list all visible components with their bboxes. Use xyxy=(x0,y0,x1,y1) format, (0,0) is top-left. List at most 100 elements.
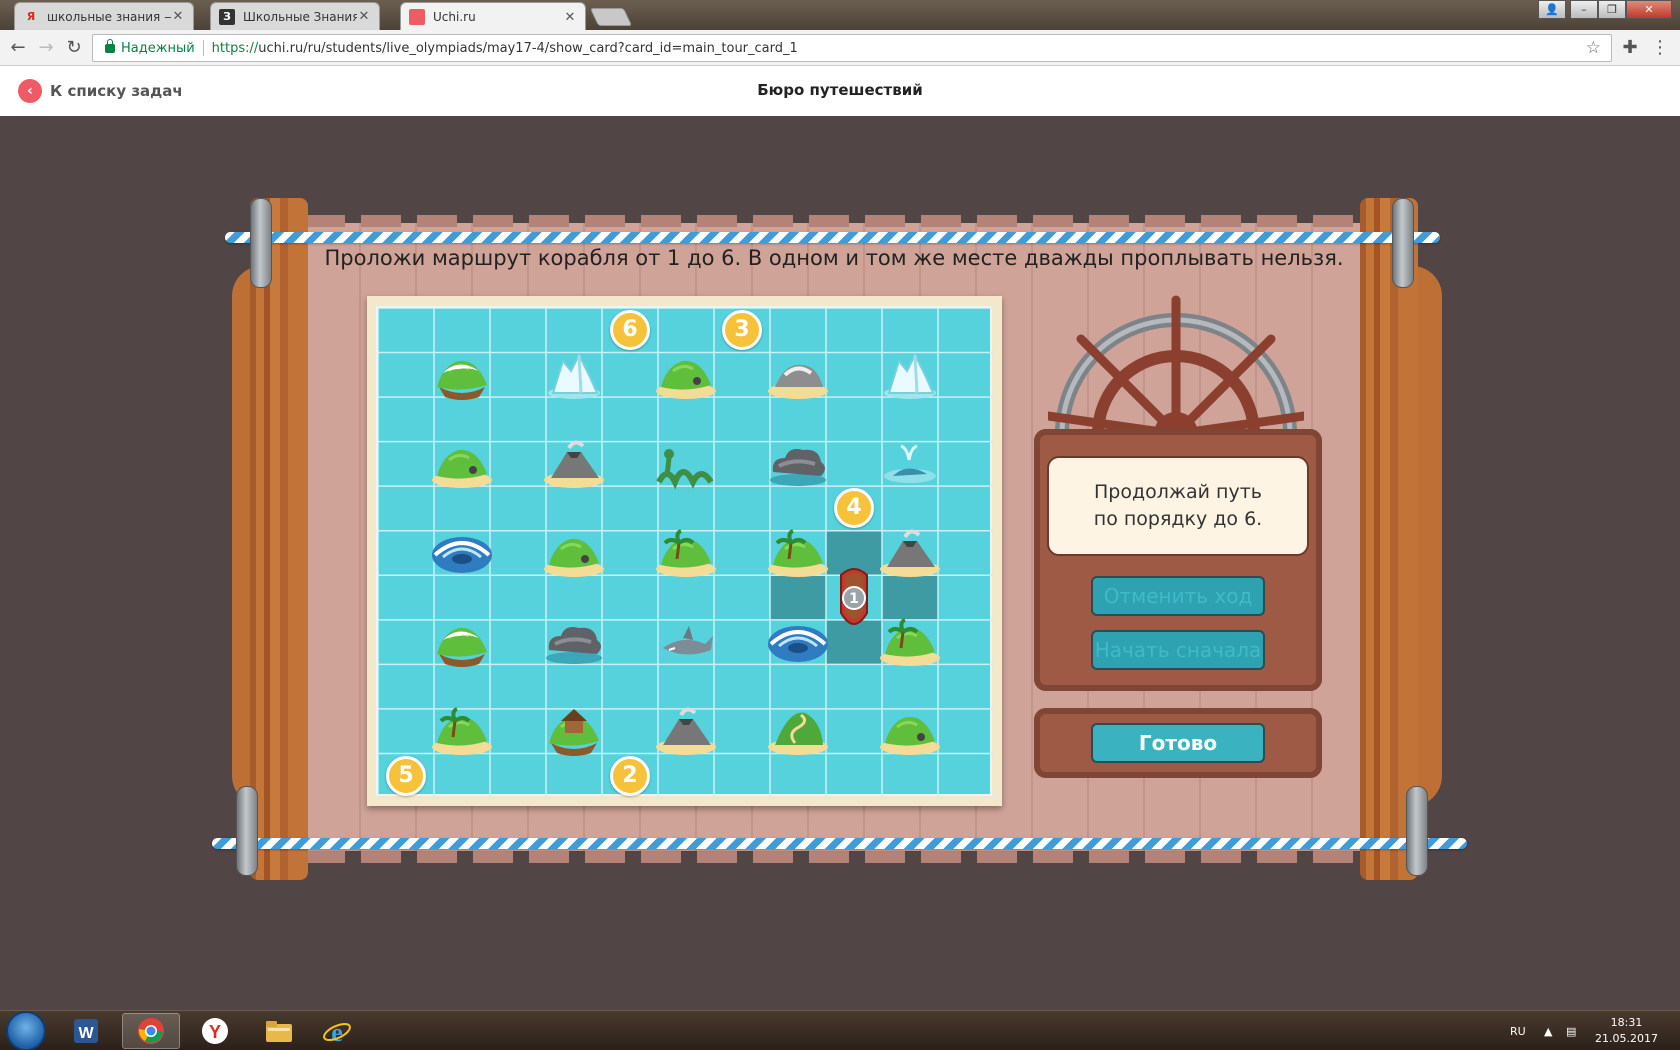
tray-arrow-icon[interactable]: ▲ xyxy=(1544,1011,1552,1050)
explorer-icon[interactable] xyxy=(250,1013,308,1049)
menu-icon[interactable]: ⋮ xyxy=(1648,36,1672,60)
yandex-favicon-icon: Я xyxy=(26,10,36,23)
rock-island-icon xyxy=(768,364,828,399)
close-window-button[interactable]: ✕ xyxy=(1626,0,1672,19)
extension-puzzle-icon[interactable]: ✚ xyxy=(1618,36,1642,60)
green-island-icon xyxy=(880,717,940,756)
route-map-grid[interactable]: 634521 xyxy=(376,306,994,798)
cleat-icon xyxy=(250,198,272,288)
sea-serpent-icon xyxy=(656,448,714,490)
palm-island-icon xyxy=(656,529,716,577)
waypoint-marker: 2 xyxy=(610,755,650,796)
palm-island-icon xyxy=(880,618,940,667)
green-island-icon xyxy=(656,360,716,399)
uchi-favicon-icon xyxy=(409,9,425,25)
chrome-icon[interactable] xyxy=(122,1013,180,1049)
cleat-icon xyxy=(236,786,258,876)
yandex-icon-glyph: Y xyxy=(202,1018,228,1044)
cleat-icon xyxy=(1392,198,1414,288)
system-clock[interactable]: 18:31 21.05.2017 xyxy=(1595,1015,1658,1047)
address-bar[interactable]: Надежный https://uchi.ru/ru/students/liv… xyxy=(92,34,1612,62)
deck-edge-top xyxy=(305,215,1363,227)
chrome-icon-glyph xyxy=(138,1018,164,1044)
close-tab-icon[interactable]: ✕ xyxy=(171,9,185,24)
shark-icon xyxy=(663,626,713,655)
start-button[interactable] xyxy=(6,1011,46,1050)
maximize-button[interactable]: ❐ xyxy=(1598,0,1626,19)
hint-line-1: Продолжай путь xyxy=(1094,481,1262,503)
wooden-pole-right xyxy=(1360,198,1418,880)
done-button[interactable]: Готово xyxy=(1091,723,1265,763)
forward-arrow-icon[interactable]: → xyxy=(34,36,58,60)
game-area: Проложи маршрут корабля от 1 до 6. В одн… xyxy=(0,116,1680,1010)
waypoint-marker: 5 xyxy=(386,755,426,796)
undo-move-button[interactable]: Отменить ход xyxy=(1091,576,1265,616)
iceberg-icon xyxy=(884,352,936,399)
hint-line-2: по порядку до 6. xyxy=(1093,508,1263,530)
ie-icon[interactable]: e xyxy=(308,1013,366,1049)
network-icon[interactable]: ▤ xyxy=(1566,1011,1576,1050)
browser-tab-1[interactable]: Я школьные знания — Ян ✕ xyxy=(14,2,194,30)
divider xyxy=(202,40,204,56)
url-text: https://uchi.ru/ru/students/live_olympia… xyxy=(212,41,1586,56)
language-indicator[interactable]: RU xyxy=(1510,1011,1526,1050)
browser-tab-2[interactable]: З Школьные Знания.com ✕ xyxy=(210,2,380,30)
svg-text:W: W xyxy=(78,1025,94,1042)
volcano-island-icon xyxy=(880,529,940,577)
reload-icon[interactable]: ↻ xyxy=(62,36,86,60)
rope-bottom xyxy=(212,838,1467,849)
svg-text:Y: Y xyxy=(209,1022,221,1042)
page-header: ‹ К списку задач Бюро путешествий xyxy=(0,66,1680,116)
clock-time: 18:31 xyxy=(1610,1016,1643,1029)
new-tab-button[interactable] xyxy=(589,8,633,26)
palm-island-icon xyxy=(432,707,492,756)
minimize-button[interactable]: – xyxy=(1570,0,1598,19)
tab-title: школьные знания — Ян xyxy=(47,9,171,24)
back-arrow-icon[interactable]: ← xyxy=(6,36,30,60)
window-controls: 👤 – ❐ ✕ xyxy=(1538,0,1672,19)
storm-cloud-icon xyxy=(546,627,602,665)
clock-date: 21.05.2017 xyxy=(1595,1032,1658,1045)
ship-wheel-icon xyxy=(1048,295,1304,434)
url-path: uchi.ru/ru/students/live_olympiads/may17… xyxy=(258,40,798,56)
waypoint-marker: 3 xyxy=(722,310,762,351)
task-instruction: Проложи маршрут корабля от 1 до 6. В одн… xyxy=(324,246,1344,270)
whirlpool-icon xyxy=(432,537,492,573)
znanija-favicon-icon: З xyxy=(219,8,235,25)
windows-taskbar: W Y e RU ▲ ▤ 18:31 21.05.2017 xyxy=(0,1010,1680,1050)
secure-label: Надежный xyxy=(121,40,195,56)
ship-icon[interactable]: 1 xyxy=(837,565,871,631)
storm-cloud-icon xyxy=(770,448,826,486)
iceberg-icon xyxy=(548,352,600,399)
page-title: Бюро путешествий xyxy=(757,81,923,99)
browser-tab-strip: Я школьные знания — Ян ✕ З Школьные Знан… xyxy=(0,0,1680,31)
green-island-icon xyxy=(544,538,604,577)
profile-icon[interactable]: 👤 xyxy=(1538,0,1566,19)
close-tab-icon[interactable]: ✕ xyxy=(563,10,577,25)
folder-icon xyxy=(266,1021,292,1042)
url-scheme: https:// xyxy=(211,40,259,56)
volcano-island-icon xyxy=(656,707,716,756)
wooden-pole-left xyxy=(250,198,308,880)
whale-icon xyxy=(884,444,936,483)
word-icon-glyph: W xyxy=(74,1019,98,1043)
restart-button[interactable]: Начать сначала xyxy=(1091,630,1265,670)
cleat-icon xyxy=(1406,786,1428,876)
deck-edge-bottom xyxy=(305,851,1363,863)
internet-explorer-icon: e xyxy=(323,1018,351,1046)
word-icon[interactable]: W xyxy=(58,1013,116,1049)
bookmark-star-icon[interactable]: ☆ xyxy=(1586,38,1601,58)
svg-text:1: 1 xyxy=(849,591,859,607)
waypoint-marker: 6 xyxy=(610,310,650,351)
yandex-icon[interactable]: Y xyxy=(186,1013,244,1049)
volcano-island-icon xyxy=(544,440,604,488)
snow-island-icon xyxy=(437,360,487,400)
palm-island-icon xyxy=(768,529,828,577)
snow-island-icon xyxy=(437,627,487,668)
close-tab-icon[interactable]: ✕ xyxy=(357,9,371,24)
browser-tab-3-active[interactable]: Uchi.ru ✕ xyxy=(400,2,586,31)
browser-toolbar: ← → ↻ Надежный https://uchi.ru/ru/studen… xyxy=(0,30,1680,66)
hut-island-icon xyxy=(549,709,599,757)
green-island-icon xyxy=(432,449,492,488)
tab-title: Школьные Знания.com xyxy=(243,9,357,24)
